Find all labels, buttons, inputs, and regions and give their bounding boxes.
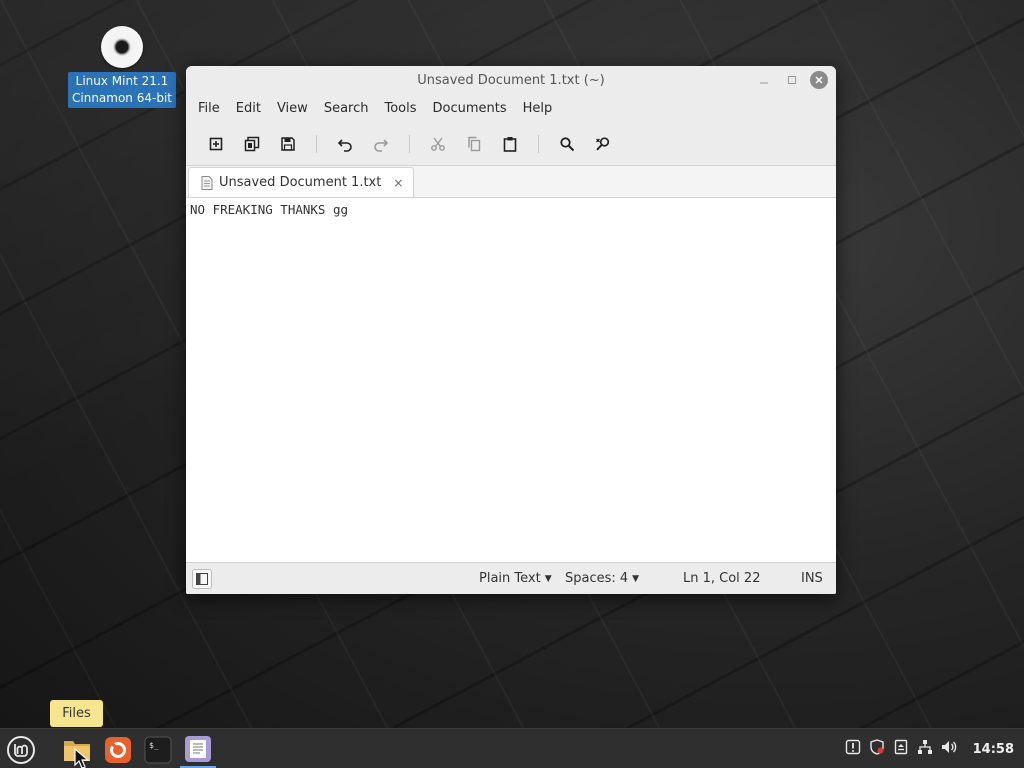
removable-drive-icon [894, 739, 907, 755]
text-file-icon [201, 175, 213, 190]
firefox-icon [105, 737, 131, 763]
chevron-down-icon: ▼ [544, 573, 552, 584]
minimize-button[interactable] [754, 70, 774, 90]
find-replace-button[interactable] [585, 130, 621, 158]
desktop-icon-label: Linux Mint 21.1 Cinnamon 64-bit [68, 72, 176, 108]
menubar: File Edit View Search Tools Documents He… [186, 94, 836, 122]
terminal-launcher[interactable]: $_ [140, 732, 176, 768]
mint-menu-button[interactable] [3, 732, 39, 768]
document-tabbar: Unsaved Document 1.txt × [186, 166, 836, 198]
insert-mode: INS [801, 571, 823, 586]
security-button[interactable] [869, 739, 885, 759]
redo-icon [374, 138, 389, 152]
close-button[interactable] [810, 71, 828, 89]
mint-menu-icon [7, 736, 35, 764]
find-icon [560, 136, 575, 151]
window-controls [754, 70, 828, 90]
paste-button[interactable] [492, 130, 528, 158]
desktop-icon-linux-mint[interactable]: Linux Mint 21.1 Cinnamon 64-bit [66, 26, 178, 108]
text-editor-icon [185, 736, 211, 762]
window-title: Unsaved Document 1.txt (~) [417, 72, 605, 88]
redo-button[interactable] [363, 130, 399, 158]
mouse-cursor-icon [74, 748, 90, 768]
menu-search[interactable]: Search [316, 101, 377, 116]
close-icon [815, 76, 823, 84]
desktop-icon-label-line2: Cinnamon 64-bit [72, 91, 172, 105]
tab-close-icon[interactable]: × [393, 176, 403, 190]
open-document-button[interactable] [234, 130, 270, 158]
menu-edit[interactable]: Edit [228, 101, 269, 116]
window-titlebar[interactable]: Unsaved Document 1.txt (~) [186, 66, 836, 94]
menu-help[interactable]: Help [515, 101, 561, 116]
menu-tools[interactable]: Tools [376, 101, 424, 116]
text-editor-launcher[interactable] [180, 732, 216, 768]
toolbar-separator [409, 134, 410, 153]
minimize-icon [760, 82, 768, 84]
maximize-icon [788, 76, 796, 84]
find-button[interactable] [549, 130, 585, 158]
toolbar-separator [316, 134, 317, 153]
insert-mode-label: INS [801, 571, 823, 586]
volume-button[interactable] [941, 739, 957, 759]
language-label: Plain Text [479, 571, 541, 586]
side-panel-toggle-button[interactable] [192, 569, 212, 589]
system-tray: 14:58 [845, 729, 1024, 768]
tab-width-label: Spaces: 4 [565, 571, 629, 586]
copy-icon [468, 136, 481, 151]
update-manager-icon [845, 739, 860, 755]
document-tab[interactable]: Unsaved Document 1.txt × [188, 167, 415, 197]
network-icon [917, 740, 932, 754]
network-button[interactable] [917, 739, 933, 759]
clock[interactable]: 14:58 [973, 742, 1014, 757]
side-panel-icon [196, 573, 208, 585]
editor-text: NO FREAKING THANKS gg [190, 202, 349, 217]
update-manager-button[interactable] [845, 739, 861, 759]
volume-icon [941, 741, 956, 753]
chevron-down-icon: ▼ [632, 573, 640, 584]
terminal-icon: $_ [144, 736, 172, 764]
cut-icon [431, 137, 445, 151]
menu-view[interactable]: View [269, 101, 316, 116]
menu-file[interactable]: File [190, 101, 228, 116]
menu-documents[interactable]: Documents [425, 101, 515, 116]
undo-icon [337, 138, 352, 152]
document-tab-label: Unsaved Document 1.txt [219, 175, 382, 190]
undo-button[interactable] [327, 130, 363, 158]
text-editor-area[interactable]: NO FREAKING THANKS gg [186, 198, 836, 562]
new-document-icon [209, 137, 223, 150]
tab-width-selector[interactable]: Spaces: 4 ▼ [565, 571, 639, 586]
find-replace-icon [596, 136, 610, 150]
new-document-button[interactable] [198, 130, 234, 158]
firefox-launcher[interactable] [100, 732, 136, 768]
copy-button[interactable] [456, 130, 492, 158]
cut-button[interactable] [420, 130, 456, 158]
cursor-position: Ln 1, Col 22 [683, 571, 760, 586]
text-editor-window: Unsaved Document 1.txt (~) File Edit Vie… [186, 66, 836, 594]
toolbar [186, 122, 836, 166]
desktop-icon-label-line1: Linux Mint 21.1 [75, 74, 169, 88]
files-tooltip: Files [50, 700, 103, 727]
disc-icon [101, 26, 143, 68]
save-icon [281, 136, 295, 151]
language-selector[interactable]: Plain Text ▼ [479, 571, 552, 586]
svg-text:$_: $_ [149, 741, 159, 750]
removable-drive-button[interactable] [893, 739, 909, 759]
maximize-button[interactable] [782, 70, 802, 90]
tooltip-text: Files [62, 706, 91, 721]
open-document-icon [244, 136, 260, 151]
cursor-position-label: Ln 1, Col 22 [683, 571, 761, 586]
statusbar: Plain Text ▼ Spaces: 4 ▼ Ln 1, Col 22 IN… [186, 562, 836, 594]
taskbar: $_ 14:58 [0, 728, 1024, 768]
shield-icon [869, 739, 884, 755]
toolbar-separator [538, 134, 539, 153]
paste-icon [503, 136, 517, 152]
save-button[interactable] [270, 130, 306, 158]
